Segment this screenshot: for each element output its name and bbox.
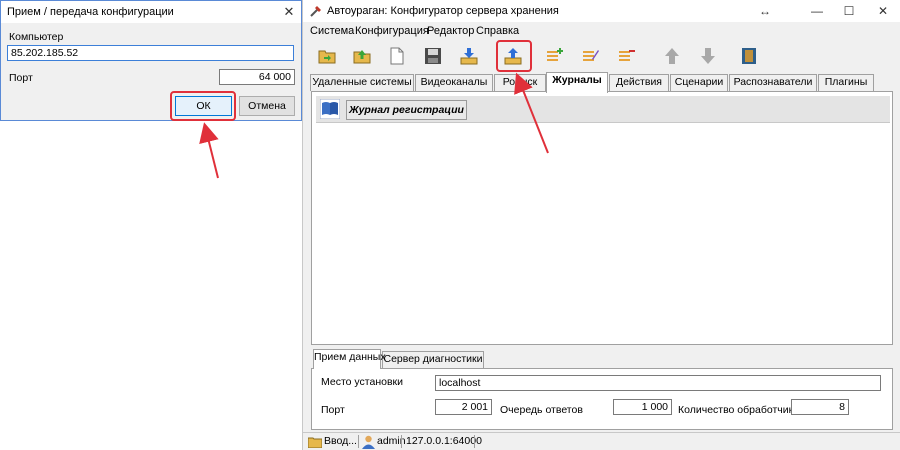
resize-icon[interactable]: ↔ bbox=[751, 2, 779, 20]
list-remove-button[interactable] bbox=[613, 43, 641, 69]
tab-data-reception[interactable]: Прием данных bbox=[313, 349, 386, 369]
upload-button-highlight bbox=[496, 40, 532, 72]
tab-remote-systems[interactable]: Удаленные системы bbox=[310, 74, 414, 91]
port-label: Порт bbox=[321, 404, 345, 416]
close-button[interactable]: ✕ bbox=[869, 2, 897, 20]
status-address: 127.0.0.1:64000 bbox=[406, 435, 482, 447]
handlers-count-label: Количество обработчиков bbox=[678, 404, 805, 416]
minimize-button[interactable]: — bbox=[803, 2, 831, 20]
list-edit-button[interactable] bbox=[577, 43, 605, 69]
tab-recognizers[interactable]: Распознаватели bbox=[729, 74, 817, 91]
save-disk-icon bbox=[425, 48, 441, 64]
menu-bar: Система Конфигурация Редактор Справка bbox=[303, 22, 900, 40]
tab-scenarios[interactable]: Сценарии bbox=[670, 74, 728, 91]
move-up-button[interactable] bbox=[658, 43, 686, 69]
tab-actions[interactable]: Действия bbox=[609, 74, 669, 91]
log-registration-item[interactable]: Журнал регистрации bbox=[346, 100, 467, 120]
arrow-to-ok bbox=[199, 122, 219, 179]
status-separator bbox=[358, 435, 359, 448]
tab-diagnostics-server[interactable]: Сервер диагностики bbox=[382, 351, 484, 368]
location-label: Место установки bbox=[321, 376, 403, 388]
handlers-count-input[interactable]: 8 bbox=[791, 399, 849, 415]
dialog-close-button[interactable]: ✕ bbox=[279, 3, 299, 21]
tab-search[interactable]: Розыск bbox=[494, 74, 546, 91]
status-input: Ввод... bbox=[324, 435, 357, 447]
arrow-down-icon bbox=[701, 48, 715, 64]
user-icon bbox=[362, 435, 375, 449]
menu-editor[interactable]: Редактор bbox=[427, 25, 474, 37]
toolbar bbox=[303, 40, 900, 72]
list-remove-icon bbox=[619, 50, 635, 61]
open-book-icon bbox=[320, 99, 340, 119]
computer-label: Компьютер bbox=[9, 31, 64, 43]
menu-configuration[interactable]: Конфигурация bbox=[355, 25, 429, 37]
ok-button-highlight bbox=[170, 91, 236, 121]
app-icon bbox=[310, 6, 321, 17]
tab-plugins[interactable]: Плагины bbox=[818, 74, 874, 91]
folder-up-button[interactable] bbox=[348, 43, 376, 69]
list-add-icon bbox=[547, 48, 563, 61]
response-queue-input[interactable]: 1 000 bbox=[613, 399, 672, 415]
dialog-title: Прием / передача конфигурации bbox=[7, 6, 174, 18]
menu-help[interactable]: Справка bbox=[476, 25, 519, 37]
tab-logs[interactable]: Журналы bbox=[546, 72, 608, 93]
dialog-port-input[interactable]: 64 000 bbox=[219, 69, 295, 85]
status-separator bbox=[401, 435, 402, 448]
save-button[interactable] bbox=[419, 43, 447, 69]
cancel-button[interactable]: Отмена bbox=[239, 96, 295, 116]
open-button[interactable] bbox=[313, 43, 341, 69]
folder-icon bbox=[308, 437, 322, 448]
log-list-header: Журнал регистрации bbox=[316, 96, 890, 123]
dialog-titlebar[interactable]: Прием / передача конфигурации ✕ bbox=[1, 1, 301, 23]
location-input[interactable]: localhost bbox=[435, 375, 881, 391]
status-bar: Ввод... admin 127.0.0.1:64000 bbox=[303, 432, 900, 450]
status-separator bbox=[474, 435, 475, 448]
main-window: Автоураган: Конфигуратор сервера хранени… bbox=[302, 0, 900, 450]
tab-strip: Удаленные системы Видеоканалы Розыск Жур… bbox=[303, 72, 900, 93]
move-down-button[interactable] bbox=[694, 43, 722, 69]
config-transfer-dialog: Прием / передача конфигурации ✕ Компьюте… bbox=[0, 0, 302, 121]
list-add-button[interactable] bbox=[541, 43, 569, 69]
tab-video-channels[interactable]: Видеоканалы bbox=[415, 74, 493, 91]
open-folder-icon bbox=[318, 50, 336, 64]
port-input[interactable]: 2 001 bbox=[435, 399, 492, 415]
dialog-port-label: Порт bbox=[9, 72, 33, 84]
computer-input[interactable]: 85.202.185.52 bbox=[7, 45, 294, 61]
menu-system[interactable]: Система bbox=[310, 25, 354, 37]
data-reception-panel: Место установки localhost Порт 2 001 Оче… bbox=[311, 368, 893, 430]
tray-download-icon bbox=[460, 48, 478, 65]
main-titlebar[interactable]: Автоураган: Конфигуратор сервера хранени… bbox=[303, 0, 900, 22]
list-edit-icon bbox=[583, 50, 599, 61]
folder-up-icon bbox=[353, 50, 371, 64]
response-queue-label: Очередь ответов bbox=[500, 404, 583, 416]
download-config-button[interactable] bbox=[455, 43, 483, 69]
new-document-icon bbox=[390, 47, 404, 65]
logs-panel: Журнал регистрации bbox=[311, 91, 893, 345]
window-title: Автоураган: Конфигуратор сервера хранени… bbox=[327, 5, 559, 17]
book-icon bbox=[742, 48, 756, 64]
book-button[interactable] bbox=[735, 43, 763, 69]
arrow-up-icon bbox=[665, 48, 679, 64]
maximize-button[interactable]: ☐ bbox=[835, 2, 863, 20]
new-document-button[interactable] bbox=[383, 43, 411, 69]
